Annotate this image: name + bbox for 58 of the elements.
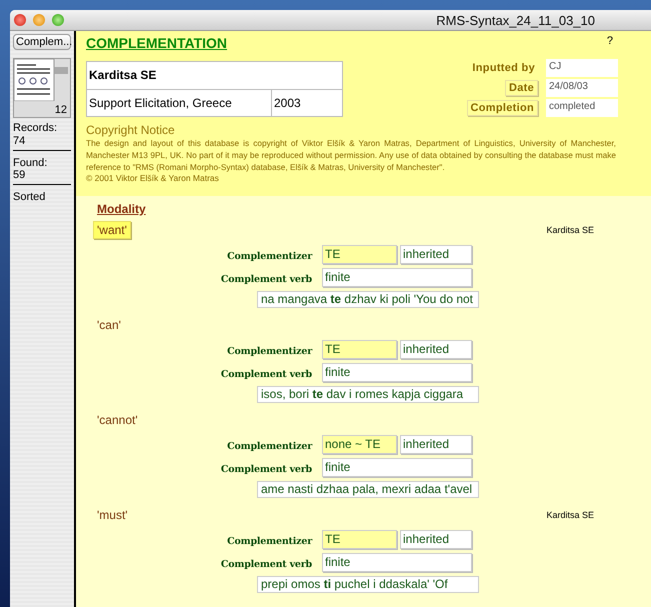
origin-field[interactable]: inherited <box>400 530 472 549</box>
location-text: Karditsa SE <box>546 510 594 520</box>
complementizer-field[interactable]: TE <box>322 340 397 359</box>
notepad-icon <box>14 59 70 101</box>
copyright-title: Copyright Notice <box>86 123 176 137</box>
field-label: Complement verb <box>220 558 313 570</box>
close-button[interactable] <box>14 14 26 26</box>
minimize-button[interactable] <box>33 14 45 26</box>
section-label[interactable]: 'cannot' <box>93 411 142 429</box>
meta-field[interactable]: CJ <box>546 59 618 77</box>
complementizer-field[interactable]: TE <box>322 530 397 549</box>
source-cell[interactable]: Support Elicitation, Greece <box>86 89 272 116</box>
found-label: Found: <box>13 157 48 169</box>
meta-field[interactable]: completed <box>546 99 618 117</box>
copyright-text: The design and layout of this database is copyright of Viktor Elšík & Yaron Matras, Department of Linguistics, University of Manchester, Manchester M13 9PL, UK. No part of it may be reproduced without permission. Any use of data obtained by consulting the database must make reference to "RMS (Romani Morpho-Syntax) database, Elšík & Matras, University of Manchester". <box>86 137 616 173</box>
example-field[interactable]: ame nasti dzhaa pala, mexri adaa t'avel <box>257 481 479 498</box>
location-text: Karditsa SE <box>546 225 594 235</box>
verb-field[interactable]: finite <box>322 363 472 382</box>
help-link[interactable]: ? <box>606 35 613 47</box>
field-label: Complement verb <box>220 463 313 475</box>
found-count: 59 <box>13 169 26 181</box>
complementizer-field[interactable]: none ~ TE <box>322 435 397 454</box>
example-field[interactable]: prepi omos ti puchel i ddaskala' 'Of <box>257 576 479 593</box>
field-label[interactable]: Completion <box>466 100 538 116</box>
year-cell[interactable]: 2003 <box>272 89 342 116</box>
origin-field[interactable]: inherited <box>400 245 472 264</box>
section-label[interactable]: 'want' <box>93 221 131 239</box>
section-label[interactable]: 'must' <box>93 506 132 524</box>
verb-field[interactable]: finite <box>322 458 472 477</box>
record-book-control[interactable]: 12 <box>13 58 71 118</box>
field-label: Complement verb <box>220 273 313 285</box>
example-field[interactable]: isos, bori te dav i romes kapja ciggara <box>257 386 479 403</box>
section-label[interactable]: 'can' <box>93 316 125 334</box>
example-field[interactable]: na mangava te dzhav ki poli 'You do not <box>257 291 479 308</box>
location-cell[interactable]: Karditsa SE <box>86 62 342 89</box>
record-number: 12 <box>54 104 67 116</box>
field-label: Complementizer <box>226 250 314 262</box>
field-label: Complement verb <box>220 368 313 380</box>
field-label: Complementizer <box>226 345 314 357</box>
records-label: Records: <box>13 122 58 135</box>
layout-button[interactable]: Complem... <box>13 34 71 50</box>
field-label: Complementizer <box>226 440 314 452</box>
sort-status: Sorted <box>13 191 46 203</box>
copyright-line: © 2001 Viktor Elšík & Yaron Matras <box>86 173 220 183</box>
zoom-button[interactable] <box>52 14 64 26</box>
meta-field[interactable]: 24/08/03 <box>546 79 618 97</box>
field-label: Inputted by <box>471 61 536 75</box>
field-label[interactable]: Date <box>504 80 538 96</box>
records-count: 74 <box>13 135 26 147</box>
origin-field[interactable]: inherited <box>400 340 472 359</box>
verb-field[interactable]: finite <box>322 268 472 287</box>
window-title: RMS-Syntax_24_11_03_10 <box>436 12 595 28</box>
complementizer-field[interactable]: TE <box>322 245 397 264</box>
field-label: Complementizer <box>226 535 314 547</box>
origin-field[interactable]: inherited <box>400 435 472 454</box>
verb-field[interactable]: finite <box>322 553 472 572</box>
layout-title: COMPLEMENTATION <box>86 35 228 51</box>
section-heading: Modality <box>97 202 147 216</box>
